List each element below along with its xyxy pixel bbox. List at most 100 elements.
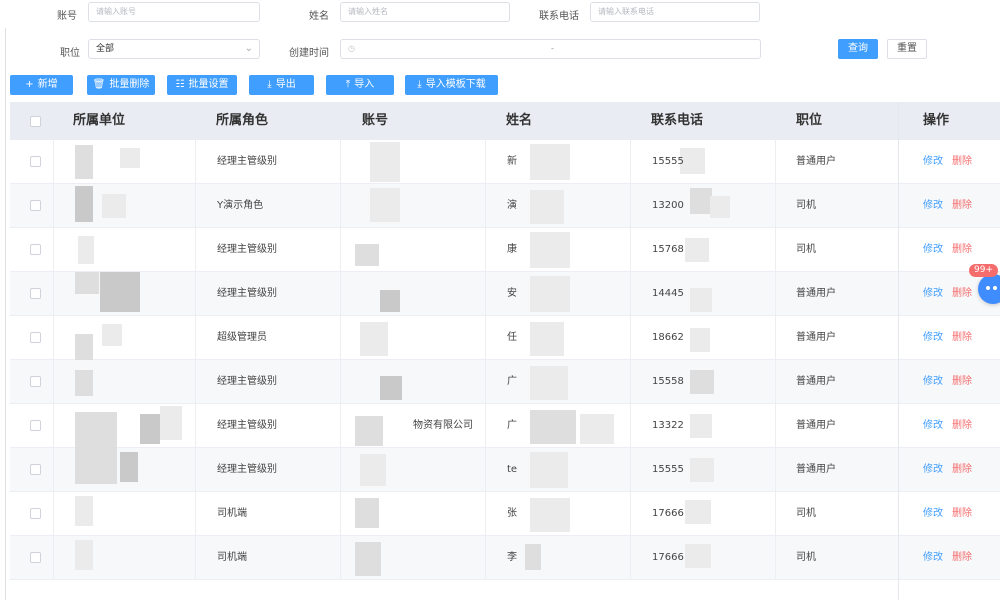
column-divider	[53, 448, 54, 492]
column-divider	[485, 404, 486, 448]
cell-phone: 17666	[652, 552, 684, 563]
reset-button[interactable]: 重置	[887, 39, 927, 59]
created-time-range-picker[interactable]: ◷ -	[340, 39, 761, 59]
redacted-pixel-block	[120, 148, 140, 168]
column-divider	[53, 228, 54, 272]
edit-link[interactable]: 修改	[923, 448, 943, 492]
clock-icon: ◷	[348, 44, 355, 53]
edit-link[interactable]: 修改	[923, 316, 943, 360]
delete-link[interactable]: 删除	[952, 184, 972, 228]
row-checkbox[interactable]	[30, 552, 41, 563]
delete-link[interactable]: 删除	[952, 228, 972, 272]
cell-position: 普通用户	[796, 376, 836, 387]
edit-link[interactable]: 修改	[923, 404, 943, 448]
column-divider	[485, 316, 486, 360]
redacted-pixel-block	[75, 370, 93, 396]
table-header: 所属单位 所属角色 账号 姓名 联系电话 职位 操作	[10, 102, 1000, 140]
redacted-pixel-block	[525, 544, 541, 570]
cell-role: 超级管理员	[217, 332, 267, 343]
cell-name: 演	[507, 200, 517, 211]
delete-link[interactable]: 删除	[952, 492, 972, 536]
account-input[interactable]: 请输入账号	[88, 2, 260, 22]
redacted-pixel-block	[360, 454, 386, 486]
redacted-pixel-block	[530, 144, 570, 180]
column-divider	[775, 404, 776, 448]
row-checkbox[interactable]	[30, 332, 41, 343]
import-button[interactable]: ⤒ 导入	[326, 75, 394, 95]
cell-position: 司机	[796, 508, 816, 519]
cell-name: 康	[507, 244, 517, 255]
export-button[interactable]: ⤓ 导出	[249, 75, 314, 95]
chat-assistant-button[interactable]	[978, 274, 1000, 304]
column-divider	[630, 360, 631, 404]
query-button[interactable]: 查询	[838, 39, 878, 59]
edit-link[interactable]: 修改	[923, 360, 943, 404]
position-select-value: 全部	[96, 44, 115, 54]
cell-position: 普通用户	[796, 332, 836, 343]
column-divider	[340, 140, 341, 184]
redacted-pixel-block	[530, 410, 576, 444]
redacted-pixel-block	[690, 328, 710, 352]
table-row: 经理主管级别 广 15558 普通用户 修改 删除	[10, 360, 1000, 404]
download-icon: ⤓	[417, 79, 422, 90]
phone-input[interactable]: 请输入联系电话	[590, 2, 760, 22]
table-row: 司机端 李 17666 司机 修改 删除	[10, 536, 1000, 580]
upload-icon: ⤒	[345, 79, 351, 90]
edit-link[interactable]: 修改	[923, 492, 943, 536]
cell-phone: 15768	[652, 244, 684, 255]
edit-link[interactable]: 修改	[923, 272, 943, 316]
cell-role: 经理主管级别	[217, 244, 277, 255]
column-divider	[630, 140, 631, 184]
edit-link[interactable]: 修改	[923, 228, 943, 272]
name-input[interactable]: 请输入姓名	[340, 2, 510, 22]
column-divider	[340, 316, 341, 360]
edit-link[interactable]: 修改	[923, 184, 943, 228]
batch-delete-button[interactable]: 🗑 批量删除	[87, 75, 155, 95]
column-divider	[340, 404, 341, 448]
delete-link[interactable]: 删除	[952, 404, 972, 448]
cell-position: 司机	[796, 244, 816, 255]
position-select[interactable]: 全部 ⌄	[88, 39, 260, 59]
chat-dot-icon	[993, 286, 997, 290]
row-checkbox[interactable]	[30, 156, 41, 167]
delete-link[interactable]: 删除	[952, 536, 972, 580]
import-template-download-button[interactable]: ⤓ 导入模板下载	[405, 75, 498, 95]
cell-role: 经理主管级别	[217, 288, 277, 299]
edit-link[interactable]: 修改	[923, 140, 943, 184]
cell-position: 司机	[796, 552, 816, 563]
cell-name: 广	[507, 420, 517, 431]
select-all-checkbox[interactable]	[30, 116, 41, 127]
header-phone: 联系电话	[651, 113, 704, 128]
delete-link[interactable]: 删除	[952, 448, 972, 492]
add-button[interactable]: + 新增	[10, 75, 73, 95]
edit-link[interactable]: 修改	[923, 536, 943, 580]
row-checkbox[interactable]	[30, 508, 41, 519]
column-divider	[485, 228, 486, 272]
redacted-pixel-block	[75, 145, 93, 179]
column-divider	[53, 140, 54, 184]
delete-link[interactable]: 删除	[952, 360, 972, 404]
batch-settings-button[interactable]: ☷ 批量设置	[167, 75, 237, 95]
delete-link[interactable]: 删除	[952, 316, 972, 360]
row-checkbox[interactable]	[30, 464, 41, 475]
row-checkbox[interactable]	[30, 288, 41, 299]
redacted-pixel-block	[690, 188, 712, 214]
delete-link[interactable]: 删除	[952, 272, 972, 316]
table-row: 超级管理员 任 18662 普通用户 修改 删除	[10, 316, 1000, 360]
batch-settings-label: 批量设置	[188, 79, 229, 90]
cell-role: Y演示角色	[217, 200, 264, 211]
row-checkbox[interactable]	[30, 376, 41, 387]
table-row: 经理主管级别 物资有限公司 广 13322 普通用户 修改 删除	[10, 404, 1000, 448]
row-checkbox[interactable]	[30, 420, 41, 431]
column-divider	[195, 448, 196, 492]
column-divider	[195, 316, 196, 360]
redacted-pixel-block	[120, 452, 138, 482]
row-checkbox[interactable]	[30, 200, 41, 211]
row-checkbox[interactable]	[30, 244, 41, 255]
redacted-pixel-block	[690, 458, 714, 482]
column-divider	[53, 360, 54, 404]
column-divider	[485, 360, 486, 404]
redacted-pixel-block	[100, 272, 140, 312]
delete-link[interactable]: 删除	[952, 140, 972, 184]
column-divider	[630, 316, 631, 360]
